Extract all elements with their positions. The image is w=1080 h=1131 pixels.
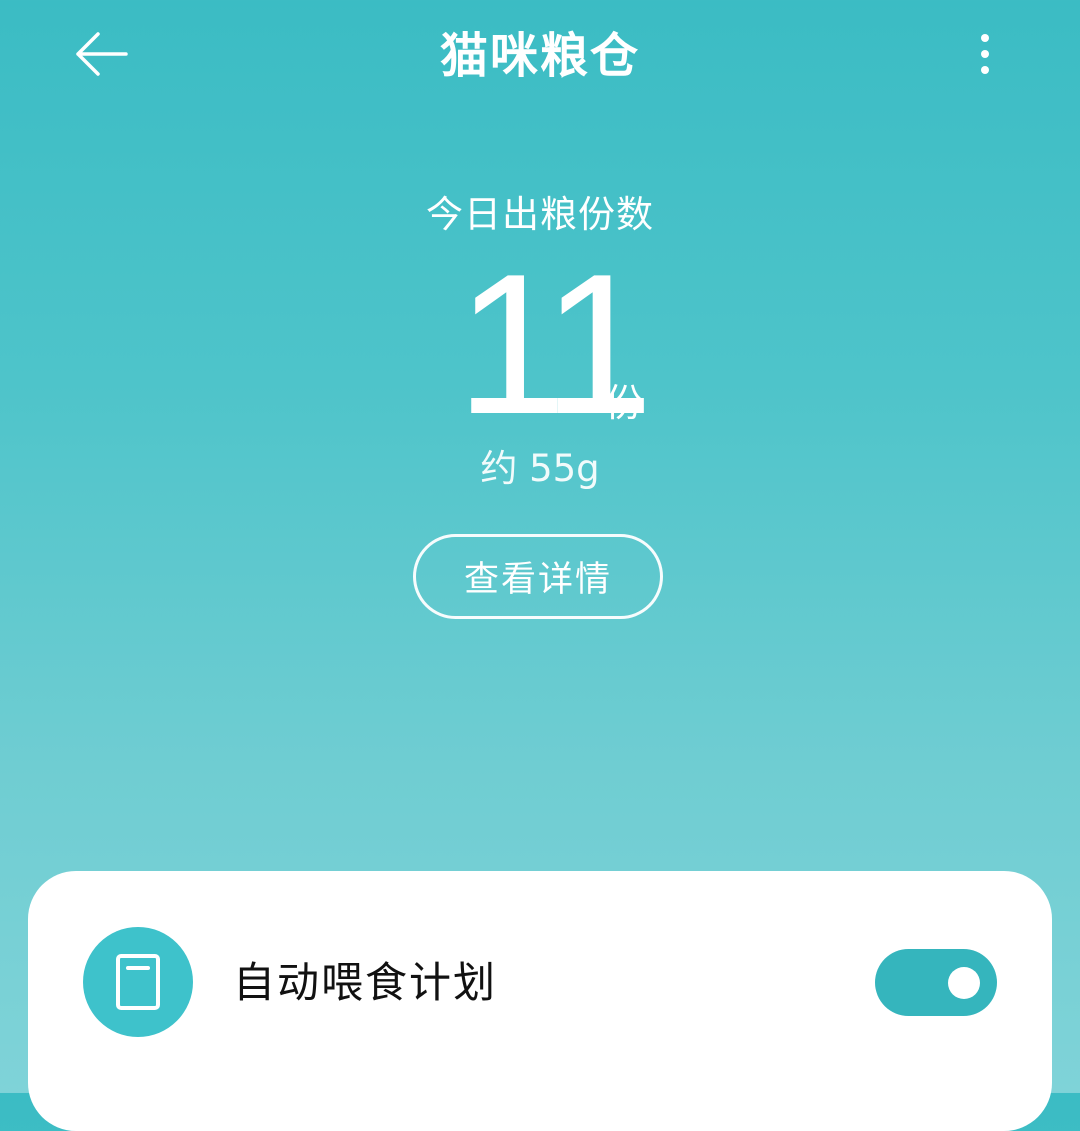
book-icon xyxy=(83,927,193,1037)
dispense-count-value: 11 xyxy=(456,233,654,456)
dispense-count: 11 份 xyxy=(0,233,1080,456)
auto-feed-plan-toggle[interactable] xyxy=(875,949,997,1016)
toggle-knob xyxy=(948,967,980,999)
header-bar: 猫咪粮仓 xyxy=(0,0,1080,110)
view-details-button[interactable]: 查看详情 xyxy=(413,534,663,619)
more-vertical-icon xyxy=(981,34,989,42)
auto-feed-plan-row: 自动喂食计划 xyxy=(28,927,1052,1039)
auto-feed-plan-label: 自动喂食计划 xyxy=(233,958,498,1007)
page-title: 猫咪粮仓 xyxy=(439,28,640,84)
more-options-button[interactable] xyxy=(960,22,1010,86)
approx-weight: 约 55g xyxy=(480,447,600,490)
settings-card: 自动喂食计划 xyxy=(28,871,1052,1131)
dispense-count-unit: 份 xyxy=(605,381,644,425)
